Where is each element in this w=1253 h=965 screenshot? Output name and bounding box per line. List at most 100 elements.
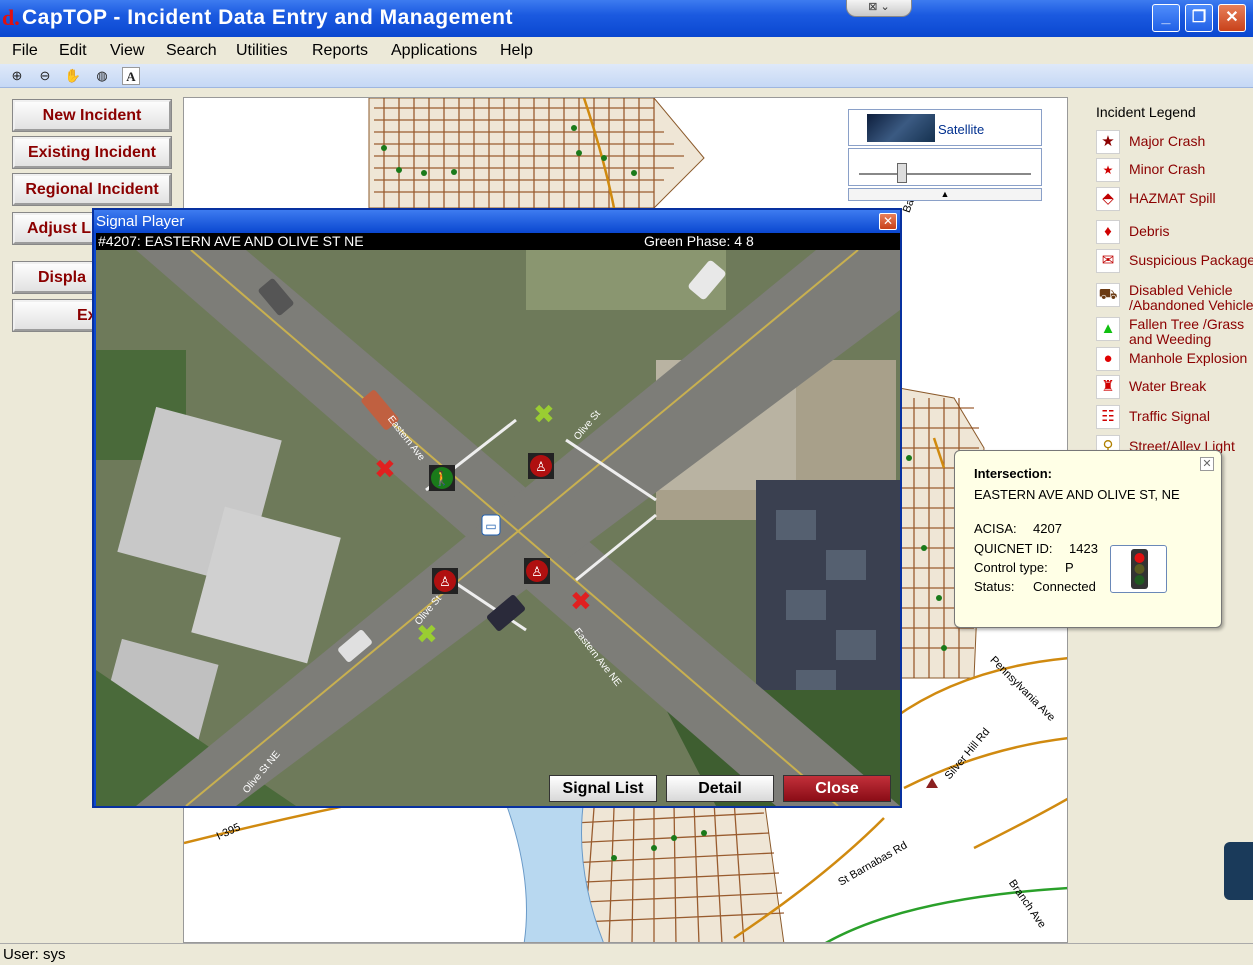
menu-applications[interactable]: Applications — [391, 42, 477, 60]
legend-label: Water Break — [1129, 378, 1207, 394]
traffic-light-icon — [1131, 549, 1148, 589]
fallen-tree-icon: ▲ — [1096, 317, 1120, 341]
minimize-button[interactable]: _ — [1152, 4, 1180, 32]
menu-edit[interactable]: Edit — [59, 42, 87, 60]
status-label: Status: — [974, 579, 1015, 594]
intersection-popup: ✕ Intersection: EASTERN AVE AND OLIVE ST… — [954, 450, 1222, 628]
traffic-light-button[interactable] — [1110, 545, 1167, 593]
legend-label: Minor Crash — [1129, 161, 1206, 177]
legend-item-fallen-tree: ▲ Fallen Tree /Grass and Weeding — [1096, 317, 1253, 349]
red-x-marker: ✖ — [570, 587, 592, 617]
menu-bar: File Edit View Search Utilities Reports … — [0, 37, 1253, 64]
legend-label: Suspicious Package — [1129, 252, 1253, 268]
quicnet-label: QUICNET ID: — [974, 541, 1053, 556]
zoom-in-icon[interactable]: ⊕ — [8, 67, 26, 85]
water-break-icon: ♜ — [1096, 375, 1120, 399]
acisa-row: ACISA: 4207 — [974, 521, 1062, 536]
new-incident-button[interactable]: New Incident — [12, 99, 172, 132]
dont-walk-signal: ♙ — [432, 568, 458, 594]
status-value: Connected — [1033, 579, 1096, 594]
hazmat-icon: ⬘ — [1096, 187, 1120, 211]
legend-label: Fallen Tree /Grass and Weeding — [1129, 316, 1245, 347]
signal-player-window: Signal Player ✕ #4207: EASTERN AVE AND O… — [92, 208, 902, 808]
legend-label: HAZMAT Spill — [1129, 190, 1216, 206]
menu-file[interactable]: File — [12, 42, 38, 60]
manhole-icon: ● — [1096, 347, 1120, 371]
svg-text:♙: ♙ — [535, 460, 547, 475]
signal-location: #4207: EASTERN AVE AND OLIVE ST NE — [98, 233, 364, 249]
legend-label: Traffic Signal — [1129, 408, 1210, 424]
signal-player-close-icon[interactable]: ✕ — [879, 213, 897, 230]
satellite-toggle[interactable]: Satellite — [848, 109, 1042, 146]
signal-list-button[interactable]: Signal List — [549, 775, 657, 802]
globe-icon[interactable]: ◍ — [93, 67, 111, 85]
menu-search[interactable]: Search — [166, 42, 217, 60]
suspicious-package-icon: ✉ — [1096, 249, 1120, 273]
existing-incident-button[interactable]: Existing Incident — [12, 136, 172, 169]
menu-utilities[interactable]: Utilities — [236, 42, 288, 60]
pan-hand-icon[interactable]: ✋ — [64, 67, 82, 85]
aerial-graphics: 🚶 ♙ ♙ ♙ ▭ ✖ ✖ ✖ ✖ — [96, 250, 900, 806]
close-window-button[interactable]: ✕ — [1218, 4, 1246, 32]
signal-info-bar: #4207: EASTERN AVE AND OLIVE ST NE Green… — [96, 233, 900, 250]
control-value: P — [1065, 560, 1074, 575]
star-major-icon: ★ — [1096, 130, 1120, 154]
current-user: User: sys — [3, 946, 66, 963]
menu-help[interactable]: Help — [500, 42, 533, 60]
status-bar: User: sys — [0, 943, 1253, 965]
text-tool-icon[interactable]: A — [122, 67, 140, 85]
legend-item-traffic-signal: ☷ Traffic Signal — [1096, 405, 1253, 431]
green-phase: Green Phase: 4 8 — [644, 233, 754, 249]
app-logo: d. — [2, 5, 20, 30]
red-x-marker: ✖ — [374, 455, 396, 485]
control-label: Control type: — [974, 560, 1048, 575]
legend-item-water-break: ♜ Water Break — [1096, 375, 1253, 401]
window-title: CapTOP - Incident Data Entry and Managem… — [22, 6, 513, 29]
satellite-label: Satellite — [938, 122, 985, 137]
zoom-slider-track — [859, 173, 1031, 175]
svg-text:♙: ♙ — [531, 565, 543, 580]
legend-item-hazmat: ⬘ HAZMAT Spill — [1096, 187, 1253, 213]
aerial-image[interactable]: 🚶 ♙ ♙ ♙ ▭ ✖ ✖ ✖ ✖ Eastern Ave Olive St O… — [96, 250, 900, 806]
legend-item-major-crash: ★ Major Crash — [1096, 130, 1253, 156]
legend-item-suspicious-package: ✉ Suspicious Package — [1096, 249, 1253, 275]
debris-icon: ♦ — [1096, 220, 1120, 244]
detail-button[interactable]: Detail — [666, 775, 774, 802]
dont-walk-signal: ♙ — [524, 558, 550, 584]
toolbar: ⊕ ⊖ ✋ ◍ A — [0, 64, 1253, 88]
traffic-signal-icon: ☷ — [1096, 405, 1120, 429]
quicnet-value: 1423 — [1069, 541, 1098, 556]
popup-close-button[interactable]: ✕ — [1200, 457, 1214, 471]
status-row: Status: Connected — [974, 579, 1096, 594]
menu-reports[interactable]: Reports — [312, 42, 368, 60]
legend-item-minor-crash: ★ Minor Crash — [1096, 158, 1253, 184]
control-row: Control type: P — [974, 560, 1074, 575]
menu-view[interactable]: View — [110, 42, 144, 60]
regional-incident-button[interactable]: Regional Incident — [12, 173, 172, 206]
star-minor-icon: ★ — [1096, 158, 1120, 182]
acisa-value: 4207 — [1033, 521, 1062, 536]
zoom-marker[interactable]: ▲ — [848, 188, 1042, 201]
satellite-thumbnail — [867, 114, 935, 142]
close-button[interactable]: Close — [783, 775, 891, 802]
restore-tab[interactable]: ⊠ ⌄ — [846, 0, 912, 17]
legend-item-debris: ♦ Debris — [1096, 220, 1253, 246]
bus-stop-icon: ▭ — [481, 514, 501, 536]
zoom-out-icon[interactable]: ⊖ — [36, 67, 54, 85]
quicnet-row: QUICNET ID: 1423 — [974, 541, 1098, 556]
popup-title: Intersection: — [974, 466, 1053, 481]
zoom-slider[interactable] — [848, 148, 1042, 186]
legend-label: Disabled Vehicle /Abandoned Vehicle — [1129, 282, 1253, 313]
green-x-marker: ✖ — [533, 400, 555, 430]
title-bar: d. CapTOP - Incident Data Entry and Mana… — [0, 0, 1253, 37]
legend-heading: Incident Legend — [1096, 104, 1196, 120]
legend-label: Manhole Explosion — [1129, 350, 1248, 366]
legend-item-disabled-vehicle: ⛟ Disabled Vehicle /Abandoned Vehicle — [1096, 283, 1253, 315]
svg-text:▭: ▭ — [485, 519, 496, 533]
legend-label: Major Crash — [1129, 133, 1206, 149]
zoom-slider-handle[interactable] — [897, 163, 907, 183]
signal-player-titlebar: Signal Player — [94, 210, 900, 233]
maximize-button[interactable]: ❐ — [1185, 4, 1213, 32]
intersection-name: EASTERN AVE AND OLIVE ST, NE — [974, 487, 1180, 502]
side-panel-tab[interactable] — [1224, 842, 1253, 900]
